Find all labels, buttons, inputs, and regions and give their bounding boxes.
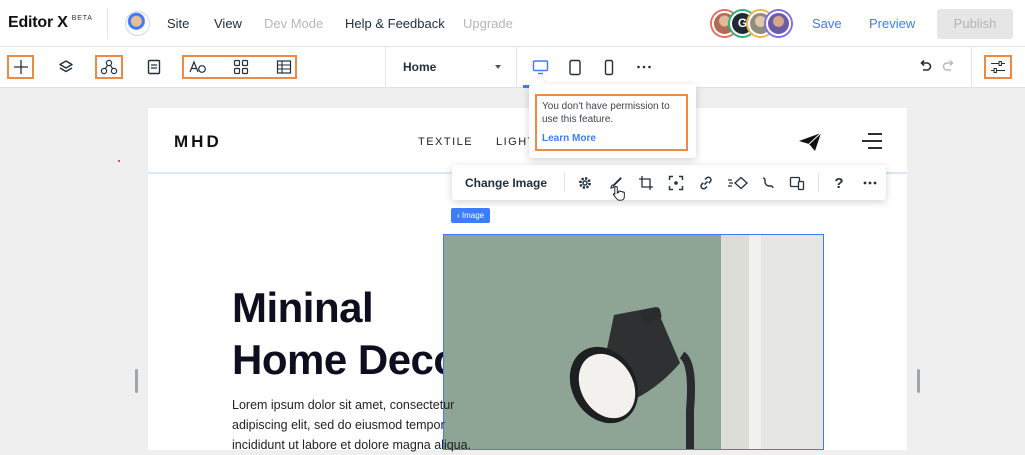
permission-tooltip: You don't have permission to use this fe… bbox=[529, 76, 696, 158]
settings-sliders-icon[interactable] bbox=[984, 55, 1011, 79]
menu-site[interactable]: Site bbox=[167, 16, 189, 31]
tablet-icon[interactable] bbox=[561, 55, 588, 79]
hamburger-menu-icon[interactable] bbox=[860, 132, 884, 155]
hero-title-line: Mininal bbox=[232, 284, 374, 331]
menu-upgrade[interactable]: Upgrade bbox=[463, 16, 513, 31]
tooltip-message: You don't have permission to use this fe… bbox=[542, 101, 670, 125]
hand-cursor-icon bbox=[612, 185, 626, 206]
layers-icon[interactable] bbox=[52, 55, 79, 79]
element-label[interactable]: ‹ Image bbox=[451, 208, 491, 223]
editor-toolbar: Home bbox=[0, 47, 1025, 88]
beta-badge: BETA bbox=[71, 15, 93, 22]
learn-more-link[interactable]: Learn More bbox=[542, 133, 686, 144]
hero-text-line: adipiscing elit, sed do eiusmod tempor bbox=[232, 418, 445, 432]
save-button[interactable]: Save bbox=[812, 16, 842, 31]
change-image-button[interactable]: Change Image bbox=[465, 176, 547, 190]
top-bar: Editor X BETA Site View Dev Mode Help & F… bbox=[0, 0, 1025, 47]
image-action-toolbar: Change Image ? bbox=[452, 165, 886, 201]
chevron-down-icon bbox=[495, 65, 501, 69]
more-icon[interactable] bbox=[630, 55, 657, 79]
page-selector[interactable]: Home bbox=[385, 47, 517, 88]
hero-text-line: incididunt ut labore et dolore magna ali… bbox=[232, 438, 472, 452]
resize-handle-right[interactable] bbox=[917, 369, 920, 393]
tooltip-content: You don't have permission to use this fe… bbox=[535, 94, 688, 151]
settings-gear-icon[interactable] bbox=[575, 173, 595, 193]
menu-dev-mode[interactable]: Dev Mode bbox=[264, 16, 323, 31]
divider bbox=[971, 47, 972, 88]
help-icon[interactable]: ? bbox=[829, 173, 849, 193]
app-name: Editor X bbox=[8, 14, 68, 31]
paper-plane-icon[interactable] bbox=[798, 132, 822, 157]
more-icon[interactable] bbox=[860, 173, 880, 193]
element-label-text: Image bbox=[461, 211, 485, 220]
responsive-behavior-icon[interactable] bbox=[787, 173, 807, 193]
site-brand[interactable]: MHD bbox=[174, 132, 222, 152]
resize-handle-left[interactable] bbox=[135, 369, 138, 393]
hero-text-line: Lorem ipsum dolor sit amet, consectetur bbox=[232, 398, 455, 412]
menu-view[interactable]: View bbox=[214, 16, 242, 31]
mobile-icon[interactable] bbox=[595, 55, 622, 79]
publish-button[interactable]: Publish bbox=[937, 9, 1013, 39]
preview-button[interactable]: Preview bbox=[869, 16, 915, 31]
add-icon[interactable] bbox=[7, 55, 34, 79]
hero-title-line: Home Decor bbox=[232, 336, 475, 383]
stretch-icon[interactable] bbox=[758, 173, 778, 193]
typography-icon[interactable] bbox=[184, 55, 211, 79]
pages-icon[interactable] bbox=[140, 55, 167, 79]
site-avatar[interactable] bbox=[125, 11, 150, 36]
hero-title[interactable]: Mininal Home Decor bbox=[232, 282, 475, 386]
grid-icon[interactable] bbox=[227, 55, 254, 79]
site-nav-textile[interactable]: TEXTILE bbox=[418, 136, 473, 148]
divider bbox=[818, 173, 819, 192]
link-icon[interactable] bbox=[696, 173, 716, 193]
redo-icon[interactable] bbox=[935, 55, 962, 79]
animation-icon[interactable] bbox=[726, 173, 750, 193]
menu-help-feedback[interactable]: Help & Feedback bbox=[345, 16, 445, 31]
canvas-marker bbox=[118, 160, 120, 162]
avatar[interactable] bbox=[766, 11, 791, 36]
divider bbox=[107, 8, 108, 39]
undo-icon[interactable] bbox=[911, 55, 938, 79]
editor-logo[interactable]: Editor X BETA bbox=[8, 14, 93, 32]
page-selector-value: Home bbox=[403, 60, 437, 74]
hero-paragraph[interactable]: Lorem ipsum dolor sit amet, consectetur … bbox=[232, 395, 512, 455]
focal-point-icon[interactable] bbox=[666, 173, 686, 193]
crop-icon[interactable] bbox=[636, 173, 656, 193]
table-icon[interactable] bbox=[270, 55, 297, 79]
divider bbox=[564, 173, 565, 192]
site-structure-icon[interactable] bbox=[95, 55, 122, 79]
desktop-icon[interactable] bbox=[527, 55, 554, 79]
